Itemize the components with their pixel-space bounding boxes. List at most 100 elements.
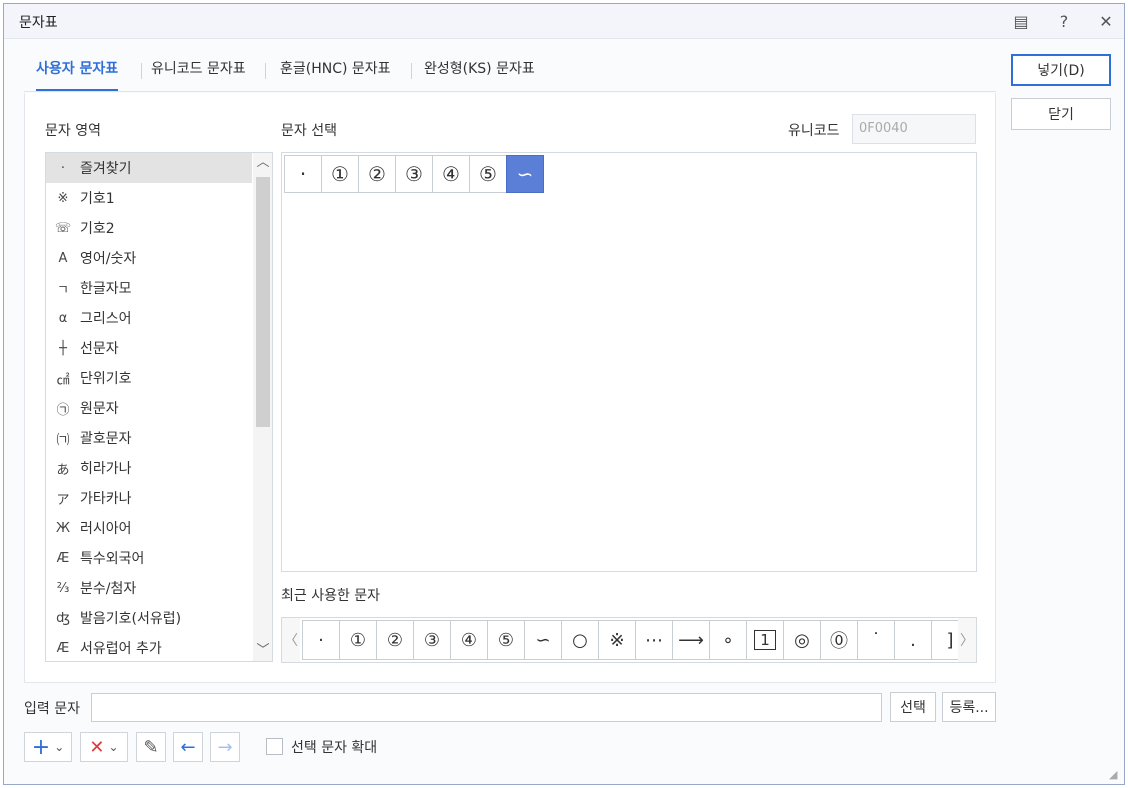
category-symbol: ㎠ [56,372,70,388]
category-symbol: · [60,160,66,176]
delete-button[interactable]: ✕ ⌄ [80,732,128,762]
category-label: 러시아어 [80,521,132,537]
category-label: 가타카나 [80,491,132,507]
scroll-thumb[interactable] [256,177,270,427]
category-item[interactable]: α 그리스어 [46,303,252,333]
chevron-down-icon: ⌄ [108,740,119,754]
category-symbol: ┼ [59,340,67,356]
chevron-down-icon: ⌄ [54,740,65,754]
char-cell[interactable]: · [284,155,322,193]
recent-char-cell[interactable]: ① [339,620,377,660]
category-item[interactable]: ㈀ 괄호문자 [46,423,252,453]
category-label: 기호1 [80,191,115,207]
recent-char-cell[interactable]: . [894,620,932,660]
category-item[interactable]: Æ 서유럽어 추가 [46,633,252,661]
enlarge-label: 선택 문자 확대 [291,740,378,756]
input-chars-field[interactable] [91,693,882,722]
recent-char-cell[interactable]: ○ [561,620,599,660]
recent-char-cell[interactable]: ∘ [709,620,747,660]
category-item[interactable]: ㎠ 단위기호 [46,363,252,393]
char-grid: · ① ② ③ ④ ⑤ ∽ [281,152,977,572]
recent-char-cell[interactable]: ② [376,620,414,660]
category-item[interactable]: ア 가타카나 [46,483,252,513]
recent-char-cell[interactable]: ※ [598,620,636,660]
category-symbol: ア [56,492,70,508]
add-button[interactable]: + ⌄ [24,732,72,762]
category-label: 발음기호(서유럽) [80,611,182,627]
category-symbol: ʤ [56,610,70,626]
category-item[interactable]: ☏ 기호2 [46,213,252,243]
help-icon[interactable]: ? [1051,9,1077,33]
insert-button[interactable]: 넣기(D) [1011,54,1111,86]
category-item[interactable]: ⅔ 분수/첨자 [46,573,252,603]
category-symbol: ☏ [54,220,72,236]
tab-divider [265,63,266,79]
char-cell[interactable]: ∽ [506,155,544,193]
scroll-down-icon[interactable]: ﹀ [253,641,272,661]
register-button[interactable]: 등록... [942,692,996,722]
category-item[interactable]: Æ 특수외국어 [46,543,252,573]
recent-char-cell[interactable]: 1 [746,620,784,660]
category-item[interactable]: Ж 러시아어 [46,513,252,543]
edit-button[interactable]: ✎ [136,732,166,762]
recent-char-cell[interactable]: ⟶ [672,620,710,660]
category-item[interactable]: A 영어/숫자 [46,243,252,273]
category-label: 히라가나 [80,461,132,477]
move-back-button[interactable]: ← [173,732,203,762]
category-item[interactable]: ※ 기호1 [46,183,252,213]
category-item[interactable]: ㉠ 원문자 [46,393,252,423]
recent-prev-icon[interactable]: 〈 [282,618,300,662]
char-select-label: 문자 선택 [281,123,337,139]
category-item[interactable]: ㄱ 한글자모 [46,273,252,303]
category-scrollbar[interactable]: ︿ ﹀ [253,153,272,661]
char-cell[interactable]: ⑤ [469,155,507,193]
comment-icon[interactable]: ▤ [1008,9,1034,33]
char-cell[interactable]: ④ [432,155,470,193]
char-cell[interactable]: ③ [395,155,433,193]
category-symbol: ㄱ [57,282,69,298]
pencil-icon: ✎ [143,736,159,758]
close-icon[interactable]: ✕ [1093,9,1119,33]
char-cell[interactable]: ① [321,155,359,193]
recent-char-cell[interactable]: ◎ [783,620,821,660]
title-bar: 문자표 ▤ ? ✕ [4,4,1124,39]
tab-unicode-chars[interactable]: 유니코드 문자표 [151,54,246,91]
category-item[interactable]: · 즐겨찾기 [46,153,252,183]
tab-panel: 문자 영역 문자 선택 유니코드 0F0040 · 즐겨찾기 ※ 기호1 ☏ 기호2 A 영어… [24,93,996,683]
recent-char-cell[interactable]: ⋯ [635,620,673,660]
category-label: 분수/첨자 [80,581,137,597]
char-area-label: 문자 영역 [45,123,101,139]
category-list[interactable]: · 즐겨찾기 ※ 기호1 ☏ 기호2 A 영어/숫자 ㄱ 한글자모 α 그리스어 ┼ 선문자 ㎠ 단위기호 ㉠ 원… [45,152,273,662]
category-item[interactable]: ʤ 발음기호(서유럽) [46,603,252,633]
char-cell[interactable]: ② [358,155,396,193]
tab-hnc-chars[interactable]: 훈글(HNC) 문자표 [280,54,391,91]
tab-user-chars[interactable]: 사용자 문자표 [36,54,119,91]
category-symbol: あ [56,462,70,478]
scroll-up-icon[interactable]: ︿ [253,153,272,173]
recent-char-cell[interactable]: · [302,620,340,660]
category-label: 기호2 [80,221,115,237]
resize-grip-icon[interactable]: ◢ [1109,769,1121,781]
recent-char-cell[interactable]: ⓪ [820,620,858,660]
tab-ks-chars[interactable]: 완성형(KS) 문자표 [424,54,535,91]
select-button[interactable]: 선택 [890,692,936,722]
category-symbol: ㉠ [56,402,70,418]
category-label: 선문자 [80,341,119,357]
recent-char-cell[interactable]: ∽ [524,620,562,660]
enlarge-checkbox[interactable] [266,738,283,755]
recent-char-cell[interactable]: ˙ [857,620,895,660]
recent-char-cell[interactable]: ④ [450,620,488,660]
category-item[interactable]: ┼ 선문자 [46,333,252,363]
recent-char-cell[interactable]: ③ [413,620,451,660]
category-symbol: α [58,310,68,326]
category-item[interactable]: あ 히라가나 [46,453,252,483]
tab-bar: 사용자 문자표 유니코드 문자표 훈글(HNC) 문자표 완성형(KS) 문자표 [24,54,996,92]
tab-divider [411,63,412,79]
recent-next-icon[interactable]: 〉 [958,618,976,662]
close-button[interactable]: 닫기 [1011,98,1111,130]
move-forward-button[interactable]: → [210,732,240,762]
recent-label: 최근 사용한 문자 [281,588,381,604]
recent-char-cell[interactable]: ⑤ [487,620,525,660]
delete-icon: ✕ [89,736,105,758]
category-label: 원문자 [80,401,119,417]
